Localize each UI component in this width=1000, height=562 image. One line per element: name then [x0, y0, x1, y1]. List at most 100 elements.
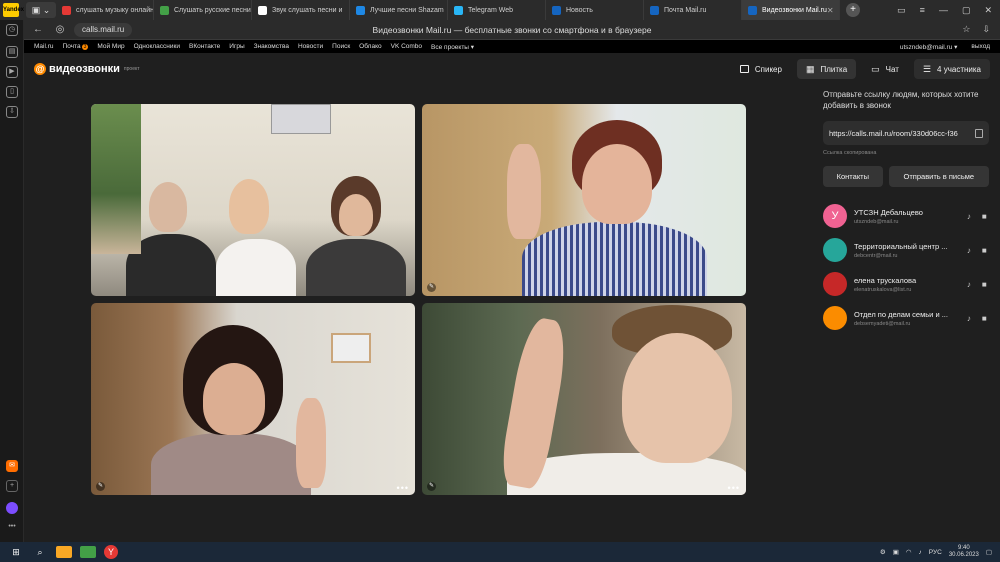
send-email-button[interactable]: Отправить в письме	[888, 166, 989, 187]
portal-link[interactable]: Облако	[359, 43, 381, 50]
mic-muted-icon[interactable]: ♪	[964, 280, 973, 289]
logout-link[interactable]: выход	[971, 43, 990, 51]
collections-icon[interactable]: ▤	[6, 46, 18, 58]
tab-favicon	[552, 5, 561, 15]
portal-link[interactable]: Все проекты ▾	[431, 43, 474, 51]
close-tab-icon[interactable]: ✕	[827, 6, 834, 15]
tab-favicon	[454, 5, 463, 15]
tray-icon[interactable]: ▣	[893, 548, 899, 556]
tab-6[interactable]: Почта Mail.ru	[644, 0, 742, 20]
url-field[interactable]: calls.mail.ru	[74, 22, 133, 37]
video-tile-2[interactable]: ✎	[422, 104, 746, 296]
more-options-icon[interactable]: •••	[397, 483, 409, 493]
logo-text: видеозвонки	[49, 63, 120, 75]
tile-view-button[interactable]: ▦ Плитка	[796, 59, 857, 79]
protect-icon[interactable]: ◎	[52, 24, 68, 35]
video-tile-1[interactable]	[91, 104, 415, 296]
portal-link[interactable]: Знакомства	[254, 43, 289, 50]
contacts-button[interactable]: Контакты	[823, 166, 883, 187]
portal-link[interactable]: Одноклассники	[134, 43, 180, 50]
user-email[interactable]: utszndeb@mail.ru ▾	[900, 43, 958, 51]
avatar: У	[823, 204, 847, 228]
video-tile-4[interactable]: ✎ •••	[422, 303, 746, 495]
alice-icon[interactable]	[6, 502, 18, 514]
portal-link[interactable]: VK Combo	[391, 43, 422, 50]
back-icon[interactable]: ←	[30, 24, 46, 35]
menu-icon[interactable]: ≡	[920, 5, 925, 16]
camera-icon[interactable]: ■	[980, 314, 989, 323]
mic-muted-icon[interactable]: ✎	[427, 482, 436, 491]
play-icon[interactable]: ▶	[6, 66, 18, 78]
mic-icon[interactable]: ♪	[964, 212, 973, 221]
camera-icon[interactable]: ■	[980, 212, 989, 221]
notes-icon[interactable]: ▯	[6, 86, 18, 98]
portal-link-mail[interactable]: Почта 3	[63, 43, 89, 50]
tab-1[interactable]: Слушать русские песни	[154, 0, 252, 20]
portal-link[interactable]: Мой Мир	[97, 43, 124, 50]
more-icon[interactable]: •••	[6, 522, 18, 534]
mic-muted-icon[interactable]: ♪	[964, 246, 973, 255]
participant-item[interactable]: У УТСЗН Дебальцево utszndeb@mail.ru ♪ ■	[823, 199, 989, 233]
keyboard-language[interactable]: РУС	[929, 549, 942, 556]
avatar	[823, 238, 847, 262]
video-tile-3[interactable]: ✎ •••	[91, 303, 415, 495]
bookmark-star-icon[interactable]: ☆	[962, 24, 970, 35]
windows-start-icon[interactable]: ⊞	[8, 546, 24, 558]
portal-link[interactable]: Новости	[298, 43, 323, 50]
invite-text: Отправьте ссылку людям, которых хотите д…	[823, 90, 979, 110]
participants-button[interactable]: ☰ 4 участника	[913, 59, 990, 79]
mic-muted-icon[interactable]: ✎	[427, 283, 436, 292]
tab-7-active[interactable]: Видеозвонки Mail.ru ✕	[742, 0, 840, 20]
mail-app-icon[interactable]: ✉	[6, 460, 18, 472]
downloads-icon[interactable]: ⇩	[6, 106, 18, 118]
mail-count-badge: 3	[81, 44, 89, 50]
camera-icon[interactable]: ■	[980, 246, 989, 255]
tab-5[interactable]: Новость	[546, 0, 644, 20]
app-logo[interactable]: @ видеозвонки проект	[34, 63, 140, 75]
chat-button[interactable]: ▭ Чат	[862, 59, 908, 79]
more-options-icon[interactable]: •••	[728, 483, 740, 493]
portal-link[interactable]: Mail.ru	[34, 43, 54, 50]
minimize-icon[interactable]: —	[939, 5, 948, 16]
volume-icon[interactable]: ♪	[919, 549, 922, 556]
tab-controls[interactable]: ▣ ⌄	[26, 2, 56, 18]
camera-icon[interactable]: ■	[980, 280, 989, 289]
speaker-view-button[interactable]: Спикер	[731, 59, 791, 79]
portal-link[interactable]: ВКонтакте	[189, 43, 220, 50]
store-icon[interactable]	[80, 546, 96, 558]
participant-item[interactable]: Отдел по делам семьи и ... debsemyadeti@…	[823, 301, 989, 335]
tab-4[interactable]: Telegram Web	[448, 0, 546, 20]
participant-item[interactable]: Территориальный центр ... debcentr@mail.…	[823, 233, 989, 267]
history-icon[interactable]: ◷	[6, 24, 18, 36]
address-bar: ← ◎ calls.mail.ru Видеозвонки Mail.ru — …	[24, 20, 1000, 40]
tab-3[interactable]: Лучшие песни Shazam	[350, 0, 448, 20]
yandex-browser-icon[interactable]: Y	[104, 545, 118, 559]
participant-list: У УТСЗН Дебальцево utszndeb@mail.ru ♪ ■ …	[823, 199, 989, 335]
yandex-menu-button[interactable]: Yandex	[0, 0, 24, 20]
wifi-icon[interactable]: ◠	[906, 548, 912, 556]
tab-0[interactable]: слушать музыку онлайн	[56, 0, 154, 20]
clock[interactable]: 9:40 30.06.2023	[949, 545, 979, 559]
portal-link[interactable]: Игры	[229, 43, 244, 50]
browser-sidebar: ◷ ▤ ▶ ▯ ⇩ ✉ + •••	[0, 20, 24, 542]
add-app-icon[interactable]: +	[6, 480, 18, 492]
mic-muted-icon[interactable]: ♪	[964, 314, 973, 323]
invite-link-field[interactable]: https://calls.mail.ru/room/330d06cc-f36	[823, 121, 989, 145]
file-explorer-icon[interactable]	[56, 546, 72, 558]
download-icon[interactable]: ⇩	[982, 24, 990, 35]
new-tab-button[interactable]: +	[846, 3, 860, 17]
close-window-icon[interactable]: ✕	[984, 5, 992, 16]
tray-icon[interactable]: ⚙	[880, 548, 886, 556]
notifications-icon[interactable]: ▢	[986, 548, 992, 556]
copy-icon[interactable]	[975, 128, 983, 138]
participant-face	[229, 179, 269, 234]
tab-2[interactable]: Звук слушать песни и	[252, 0, 350, 20]
search-icon[interactable]: ⌕	[32, 546, 48, 558]
bookmark-icon[interactable]: ▭	[897, 5, 906, 16]
mic-muted-icon[interactable]: ✎	[96, 482, 105, 491]
maximize-icon[interactable]: ▢	[962, 5, 971, 16]
tab-label: слушать музыку онлайн	[76, 6, 154, 14]
button-label: Плитка	[820, 64, 848, 74]
participant-item[interactable]: елена трускалова elenatruskalova@list.ru…	[823, 267, 989, 301]
portal-link[interactable]: Поиск	[332, 43, 350, 50]
